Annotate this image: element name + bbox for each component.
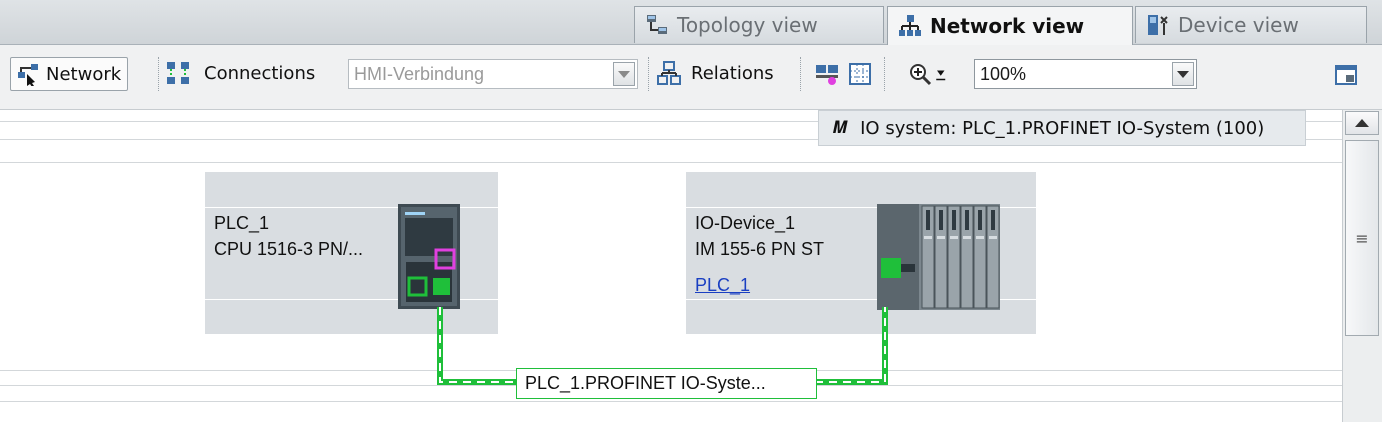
network-canvas[interactable]: 𝜧 IO system: PLC_1.PROFINET IO-System (1… (0, 110, 1342, 422)
device-view-icon (1148, 15, 1168, 35)
topology-icon (647, 15, 667, 34)
tab-topology-view-label: Topology view (677, 13, 818, 37)
chevron-down-icon[interactable] (1172, 62, 1194, 86)
network-toolbar: Network Connections HMI-Verbindung Relat… (0, 45, 1382, 110)
address-overview-icon (816, 65, 838, 85)
connection-type-value: HMI-Verbindung (354, 63, 485, 84)
show-address-button[interactable] (815, 62, 839, 86)
overview-navigation-icon (1335, 65, 1357, 85)
connections-button-label: Connections (204, 62, 316, 84)
toolbar-separator (800, 57, 802, 91)
zoom-in-icon (910, 64, 932, 86)
relations-button[interactable]: Relations (657, 61, 774, 85)
tab-device-view-label: Device view (1178, 13, 1299, 37)
toolbar-separator (158, 57, 160, 91)
toolbar-separator (648, 57, 650, 91)
tab-device-view[interactable]: Device view (1135, 6, 1367, 43)
toolbar-separator (884, 57, 886, 91)
zoom-fit-button[interactable] (934, 63, 952, 87)
scroll-up-arrow-icon[interactable] (1345, 111, 1379, 135)
chevron-down-icon[interactable] (613, 62, 635, 86)
network-mode-icon (18, 64, 38, 86)
tab-network-view-label: Network view (930, 14, 1085, 38)
overview-navigation-button[interactable] (1334, 63, 1358, 87)
connections-icon (167, 62, 189, 84)
grid-icon (849, 63, 871, 85)
relations-button-label: Relations (691, 62, 774, 84)
tab-network-view[interactable]: Network view (887, 6, 1133, 45)
connection-type-select[interactable]: HMI-Verbindung (348, 59, 638, 89)
grid-toggle-button[interactable] (848, 62, 872, 86)
network-button-label: Network (46, 63, 122, 85)
connections-button[interactable]: Connections (166, 61, 315, 85)
vertical-scrollbar[interactable]: ≡ (1342, 110, 1382, 422)
grip-icon: ≡ (1355, 228, 1369, 248)
zoom-dropdown-icon (936, 70, 946, 81)
view-tab-bar: Topology view Network view Device view (0, 0, 1382, 45)
zoom-in-button[interactable] (908, 62, 932, 86)
relations-icon (657, 61, 681, 85)
network-view-icon (899, 15, 921, 36)
tab-topology-view[interactable]: Topology view (634, 6, 884, 43)
zoom-value: 100% (980, 63, 1027, 84)
zoom-select[interactable]: 100% (974, 59, 1197, 89)
scrollbar-thumb[interactable]: ≡ (1345, 140, 1379, 336)
subnet-label[interactable]: PLC_1.PROFINET IO-Syste... (516, 368, 817, 399)
network-button[interactable]: Network (10, 57, 129, 91)
